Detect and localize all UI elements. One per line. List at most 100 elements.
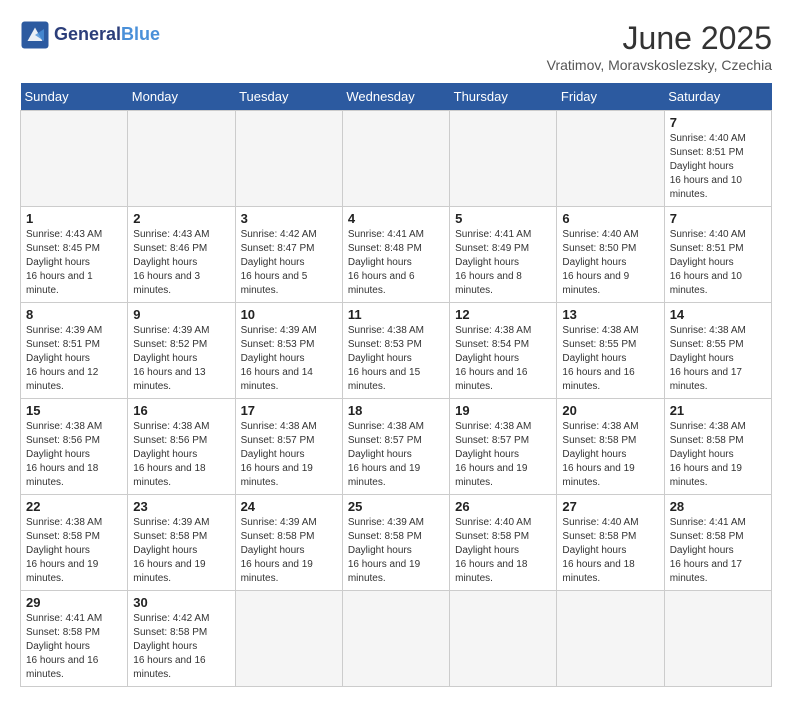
day-number: 4 xyxy=(348,211,444,226)
day-info: Sunrise: 4:38 AMSunset: 8:58 PMDaylight … xyxy=(26,516,122,586)
location-subtitle: Vratimov, Moravskoslezsky, Czechia xyxy=(547,57,772,73)
day-info: Sunrise: 4:38 AMSunset: 8:55 PMDaylight … xyxy=(670,324,766,394)
calendar-cell: 8 Sunrise: 4:39 AMSunset: 8:51 PMDaylight… xyxy=(21,303,128,399)
calendar-cell: 2 Sunrise: 4:43 AMSunset: 8:46 PMDaylight… xyxy=(128,207,235,303)
day-info: Sunrise: 4:41 AMSunset: 8:58 PMDaylight … xyxy=(26,612,122,682)
day-number: 11 xyxy=(348,307,444,322)
col-thursday: Thursday xyxy=(450,83,557,111)
day-number: 23 xyxy=(133,499,229,514)
day-number: 27 xyxy=(562,499,658,514)
day-number: 26 xyxy=(455,499,551,514)
title-block: June 2025 Vratimov, Moravskoslezsky, Cze… xyxy=(547,20,772,73)
calendar-cell: 18Sunrise: 4:38 AMSunset: 8:57 PMDayligh… xyxy=(342,399,449,495)
calendar-header-row: Sunday Monday Tuesday Wednesday Thursday… xyxy=(21,83,772,111)
col-friday: Friday xyxy=(557,83,664,111)
day-info: Sunrise: 4:38 AMSunset: 8:58 PMDaylight … xyxy=(562,420,658,490)
day-info: Sunrise: 4:43 AMSunset: 8:46 PMDaylight … xyxy=(133,228,229,298)
day-number: 10 xyxy=(241,307,337,322)
page-header: GeneralBlue June 2025 Vratimov, Moravsko… xyxy=(20,20,772,73)
calendar-week-row: 7Sunrise: 4:40 AMSunset: 8:51 PMDaylight… xyxy=(21,111,772,207)
day-info: Sunrise: 4:41 AMSunset: 8:58 PMDaylight … xyxy=(670,516,766,586)
day-number: 2 xyxy=(133,211,229,226)
day-info: Sunrise: 4:41 AMSunset: 8:49 PMDaylight … xyxy=(455,228,551,298)
calendar-cell xyxy=(342,591,449,687)
day-number: 3 xyxy=(241,211,337,226)
day-info: Sunrise: 4:39 AMSunset: 8:51 PMDaylight … xyxy=(26,324,122,394)
day-number: 14 xyxy=(670,307,766,322)
calendar-cell: 23 Sunrise: 4:39 AMSunset: 8:58 PMDayligh… xyxy=(128,495,235,591)
day-number: 7 xyxy=(670,211,766,226)
day-number: 6 xyxy=(562,211,658,226)
calendar-cell xyxy=(450,111,557,207)
calendar-cell: 24Sunrise: 4:39 AMSunset: 8:58 PMDayligh… xyxy=(235,495,342,591)
logo-text: GeneralBlue xyxy=(54,25,160,45)
day-info: Sunrise: 4:38 AMSunset: 8:57 PMDaylight … xyxy=(455,420,551,490)
col-sunday: Sunday xyxy=(21,83,128,111)
day-info: Sunrise: 4:40 AMSunset: 8:51 PMDaylight … xyxy=(670,132,766,202)
day-number: 17 xyxy=(241,403,337,418)
col-tuesday: Tuesday xyxy=(235,83,342,111)
day-number: 30 xyxy=(133,595,229,610)
calendar-cell xyxy=(21,111,128,207)
day-info: Sunrise: 4:38 AMSunset: 8:56 PMDaylight … xyxy=(26,420,122,490)
day-info: Sunrise: 4:38 AMSunset: 8:57 PMDaylight … xyxy=(348,420,444,490)
calendar-cell xyxy=(557,111,664,207)
month-title: June 2025 xyxy=(547,20,772,57)
day-info: Sunrise: 4:39 AMSunset: 8:58 PMDaylight … xyxy=(348,516,444,586)
day-info: Sunrise: 4:38 AMSunset: 8:57 PMDaylight … xyxy=(241,420,337,490)
day-number: 22 xyxy=(26,499,122,514)
calendar-cell: 13 Sunrise: 4:38 AMSunset: 8:55 PMDayligh… xyxy=(557,303,664,399)
day-info: Sunrise: 4:41 AMSunset: 8:48 PMDaylight … xyxy=(348,228,444,298)
calendar-cell: 6Sunrise: 4:40 AMSunset: 8:50 PMDaylight… xyxy=(557,207,664,303)
day-info: Sunrise: 4:40 AMSunset: 8:58 PMDaylight … xyxy=(455,516,551,586)
day-number: 12 xyxy=(455,307,551,322)
logo-icon xyxy=(20,20,50,50)
calendar-cell: 7 Sunrise: 4:40 AMSunset: 8:51 PMDaylight… xyxy=(664,207,771,303)
calendar-cell: 7Sunrise: 4:40 AMSunset: 8:51 PMDaylight… xyxy=(664,111,771,207)
calendar-cell: 3 Sunrise: 4:42 AMSunset: 8:47 PMDaylight… xyxy=(235,207,342,303)
day-info: Sunrise: 4:38 AMSunset: 8:53 PMDaylight … xyxy=(348,324,444,394)
calendar-cell: 15Sunrise: 4:38 AMSunset: 8:56 PMDayligh… xyxy=(21,399,128,495)
calendar-cell: 29Sunrise: 4:41 AMSunset: 8:58 PMDayligh… xyxy=(21,591,128,687)
day-info: Sunrise: 4:42 AMSunset: 8:58 PMDaylight … xyxy=(133,612,229,682)
calendar-cell xyxy=(235,591,342,687)
day-number: 16 xyxy=(133,403,229,418)
calendar-cell: 10 Sunrise: 4:39 AMSunset: 8:53 PMDayligh… xyxy=(235,303,342,399)
day-number: 19 xyxy=(455,403,551,418)
calendar-cell: 14 Sunrise: 4:38 AMSunset: 8:55 PMDayligh… xyxy=(664,303,771,399)
day-number: 20 xyxy=(562,403,658,418)
day-number: 28 xyxy=(670,499,766,514)
calendar-cell xyxy=(557,591,664,687)
day-info: Sunrise: 4:40 AMSunset: 8:51 PMDaylight … xyxy=(670,228,766,298)
col-saturday: Saturday xyxy=(664,83,771,111)
day-info: Sunrise: 4:38 AMSunset: 8:55 PMDaylight … xyxy=(562,324,658,394)
day-number: 13 xyxy=(562,307,658,322)
calendar-cell: 19 Sunrise: 4:38 AMSunset: 8:57 PMDayligh… xyxy=(450,399,557,495)
calendar-cell: 21Sunrise: 4:38 AMSunset: 8:58 PMDayligh… xyxy=(664,399,771,495)
day-info: Sunrise: 4:38 AMSunset: 8:58 PMDaylight … xyxy=(670,420,766,490)
col-monday: Monday xyxy=(128,83,235,111)
calendar-cell: 28 Sunrise: 4:41 AMSunset: 8:58 PMDayligh… xyxy=(664,495,771,591)
day-info: Sunrise: 4:39 AMSunset: 8:58 PMDaylight … xyxy=(133,516,229,586)
calendar-cell: 1Sunrise: 4:43 AMSunset: 8:45 PMDaylight… xyxy=(21,207,128,303)
calendar-week-row: 22 Sunrise: 4:38 AMSunset: 8:58 PMDayligh… xyxy=(21,495,772,591)
day-info: Sunrise: 4:38 AMSunset: 8:54 PMDaylight … xyxy=(455,324,551,394)
day-number: 5 xyxy=(455,211,551,226)
day-info: Sunrise: 4:39 AMSunset: 8:53 PMDaylight … xyxy=(241,324,337,394)
calendar-cell: 27Sunrise: 4:40 AMSunset: 8:58 PMDayligh… xyxy=(557,495,664,591)
day-number: 8 xyxy=(26,307,122,322)
calendar-cell: 5 Sunrise: 4:41 AMSunset: 8:49 PMDaylight… xyxy=(450,207,557,303)
calendar-cell: 12 Sunrise: 4:38 AMSunset: 8:54 PMDayligh… xyxy=(450,303,557,399)
calendar-cell: 25Sunrise: 4:39 AMSunset: 8:58 PMDayligh… xyxy=(342,495,449,591)
calendar-table: Sunday Monday Tuesday Wednesday Thursday… xyxy=(20,83,772,687)
calendar-cell: 17 Sunrise: 4:38 AMSunset: 8:57 PMDayligh… xyxy=(235,399,342,495)
calendar-week-row: 15Sunrise: 4:38 AMSunset: 8:56 PMDayligh… xyxy=(21,399,772,495)
calendar-cell xyxy=(342,111,449,207)
day-number: 24 xyxy=(241,499,337,514)
calendar-cell xyxy=(128,111,235,207)
col-wednesday: Wednesday xyxy=(342,83,449,111)
calendar-cell xyxy=(450,591,557,687)
calendar-cell: 9Sunrise: 4:39 AMSunset: 8:52 PMDaylight… xyxy=(128,303,235,399)
calendar-cell: 22 Sunrise: 4:38 AMSunset: 8:58 PMDayligh… xyxy=(21,495,128,591)
day-info: Sunrise: 4:42 AMSunset: 8:47 PMDaylight … xyxy=(241,228,337,298)
